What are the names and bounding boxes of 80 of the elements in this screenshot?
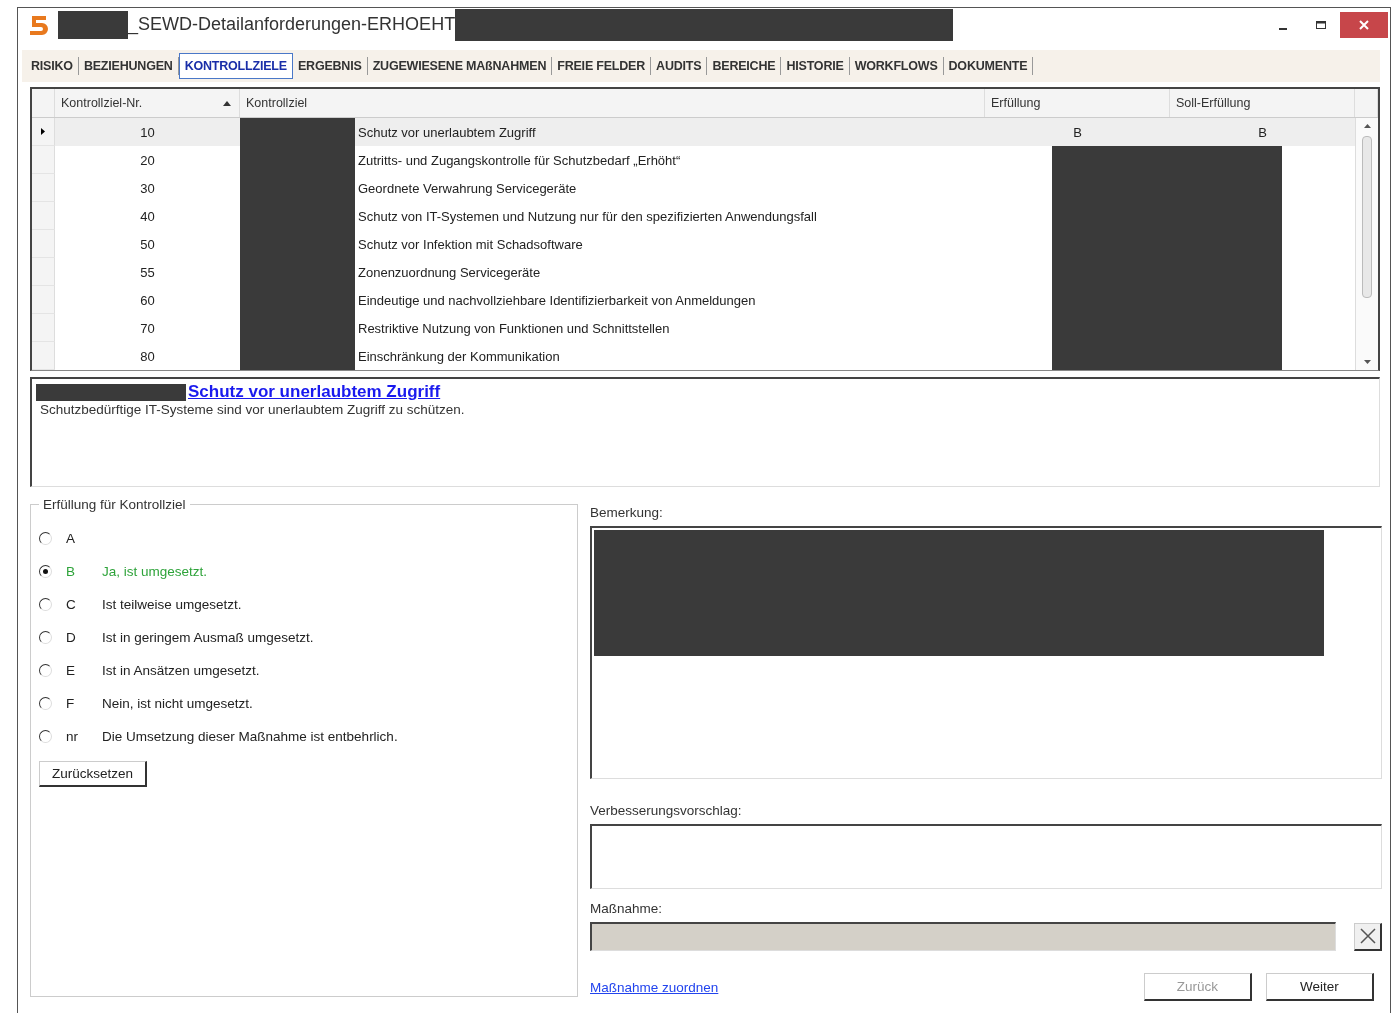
- table-cell: Schutz von IT-Systemen und Nutzung nur für den spezifizierten Anwendungsfall: [358, 208, 817, 224]
- table-cell-text: 60: [139, 291, 156, 310]
- maximize-icon: [1315, 18, 1327, 31]
- option-code: C: [66, 597, 77, 612]
- table-row[interactable]: 60 Eindeutige und nachvollziehbare Identifizierbarkeit von Anmeldungen: [32, 286, 1355, 314]
- description-heading-link[interactable]: Schutz vor unerlaubtem Zugriff: [188, 382, 441, 402]
- table-cell: 10: [55, 118, 240, 146]
- table-cell: B: [1073, 124, 1082, 140]
- option-label: Ist in Ansätzen umgesetzt.: [102, 663, 260, 678]
- table-row[interactable]: 40 Schutz von IT-Systemen und Nutzung nur für den spezifizierten Anwendungsfall: [32, 202, 1355, 230]
- table-cell: Eindeutige und nachvollziehbare Identifizierbarkeit von Anmeldungen: [358, 292, 756, 308]
- field-label: Verbesserungsvorschlag:: [590, 803, 743, 818]
- table-cell: Schutz vor unerlaubtem Zugriff: [358, 124, 536, 140]
- table-cell-text: 30: [139, 179, 156, 198]
- tab[interactable]: BEREICHE: [707, 57, 782, 75]
- table-row[interactable]: 30 Geordnete Verwahrung Servicegeräte: [32, 174, 1355, 202]
- redaction-block: [58, 10, 128, 39]
- option-code: E: [66, 663, 76, 678]
- option-label: Nein, ist nicht umgesetzt.: [102, 696, 253, 711]
- table-cell-text: 70: [139, 319, 156, 338]
- tab[interactable]: HISTORIE: [781, 57, 850, 75]
- table-cell: Restriktive Nutzung von Funktionen und Schnittstellen: [358, 320, 670, 336]
- close-button[interactable]: [1340, 11, 1388, 38]
- tab[interactable]: KONTROLLZIELE: [178, 53, 293, 79]
- option-code: A: [66, 531, 76, 546]
- window-title: _SEWD-Detailanforderungen-ERHOEHT: [128, 14, 456, 35]
- option-code: D: [66, 630, 77, 645]
- option-code: F: [66, 696, 76, 711]
- table-cell: Geordnete Verwahrung Servicegeräte: [358, 180, 577, 196]
- field-label: Maßnahme:: [590, 901, 664, 916]
- table-row[interactable]: 55 Zonenzuordnung Servicegeräte: [32, 258, 1355, 286]
- table-cell: Zutritts- und Zugangskontrolle für Schutzbedarf „Erhöht“: [358, 152, 681, 168]
- nav-button[interactable]: Weiter: [1266, 973, 1374, 1001]
- column-header[interactable]: Kontrollziel: [240, 89, 985, 117]
- column-header[interactable]: Erfüllung: [985, 89, 1170, 117]
- option-label: Ja, ist umgesetzt.: [102, 564, 208, 579]
- table-row[interactable]: 80 Einschränkung der Kommunikation: [32, 342, 1355, 370]
- table-cell-text: 50: [139, 235, 156, 254]
- sort-icon: [223, 100, 231, 106]
- improvement-field[interactable]: [590, 824, 1382, 889]
- assign-measure-link[interactable]: Maßnahme zuordnen: [590, 979, 719, 995]
- table-row[interactable]: 20 Zutritts- und Zugangskontrolle für Schutzbedarf „Erhöht“: [32, 146, 1355, 174]
- scrollbar[interactable]: [1355, 118, 1378, 370]
- option-label: Die Umsetzung dieser Maßnahme ist entbehrlich.: [102, 729, 398, 744]
- table-cell-text: 40: [139, 207, 156, 226]
- table-cell: B: [1258, 124, 1267, 140]
- minimize-icon: [1279, 27, 1287, 30]
- description-text: Schutzbedürftige IT-Systeme sind vor unerlaubtem Zugriff zu schützen.: [40, 402, 466, 417]
- current-row-icon: [41, 128, 45, 135]
- table-cell: Einschränkung der Kommunikation: [358, 348, 560, 364]
- tab[interactable]: BEZIEHUNGEN: [78, 57, 179, 75]
- tab[interactable]: ERGEBNIS: [292, 57, 368, 75]
- tab[interactable]: ZUGEWIESENE MAßNAHMEN: [367, 57, 553, 75]
- table-row[interactable]: 50 Schutz vor Infektion mit Schadsoftware: [32, 230, 1355, 258]
- option-label: Ist teilweise umgesetzt.: [102, 597, 242, 612]
- remark-field[interactable]: [590, 526, 1382, 779]
- option-code: B: [66, 564, 76, 579]
- clear-icon: [1357, 926, 1378, 946]
- tab[interactable]: AUDITS: [651, 57, 708, 75]
- scroll-up-icon[interactable]: [1363, 124, 1371, 128]
- field-label: Bemerkung:: [590, 505, 664, 520]
- tab[interactable]: WORKFLOWS: [849, 57, 944, 75]
- tab[interactable]: RISIKO: [26, 57, 79, 75]
- table-cell: Schutz vor Infektion mit Schadsoftware: [358, 236, 583, 252]
- column-header[interactable]: Kontrollziel-Nr.: [55, 89, 240, 117]
- option-code: nr: [66, 729, 79, 744]
- close-icon: [1358, 18, 1370, 31]
- table-cell: Zonenzuordnung Servicegeräte: [358, 264, 541, 280]
- table-row[interactable]: 70 Restriktive Nutzung von Funktionen und Schnittstellen: [32, 314, 1355, 342]
- tab[interactable]: DOKUMENTE: [943, 57, 1034, 75]
- clear-button[interactable]: [1354, 922, 1382, 951]
- scroll-down-icon[interactable]: [1363, 360, 1371, 364]
- table-cell-text: 80: [139, 347, 156, 366]
- reset-button[interactable]: Zurücksetzen: [39, 761, 148, 787]
- group-title: Erfüllung für Kontrollziel: [42, 497, 187, 512]
- option-label: Ist in geringem Ausmaß umgesetzt.: [102, 630, 314, 645]
- tab[interactable]: FREIE FELDER: [552, 57, 652, 75]
- table-cell-text: 20: [139, 151, 156, 170]
- table-cell-text: 55: [139, 263, 156, 282]
- column-header[interactable]: Soll-Erfüllung: [1170, 89, 1355, 117]
